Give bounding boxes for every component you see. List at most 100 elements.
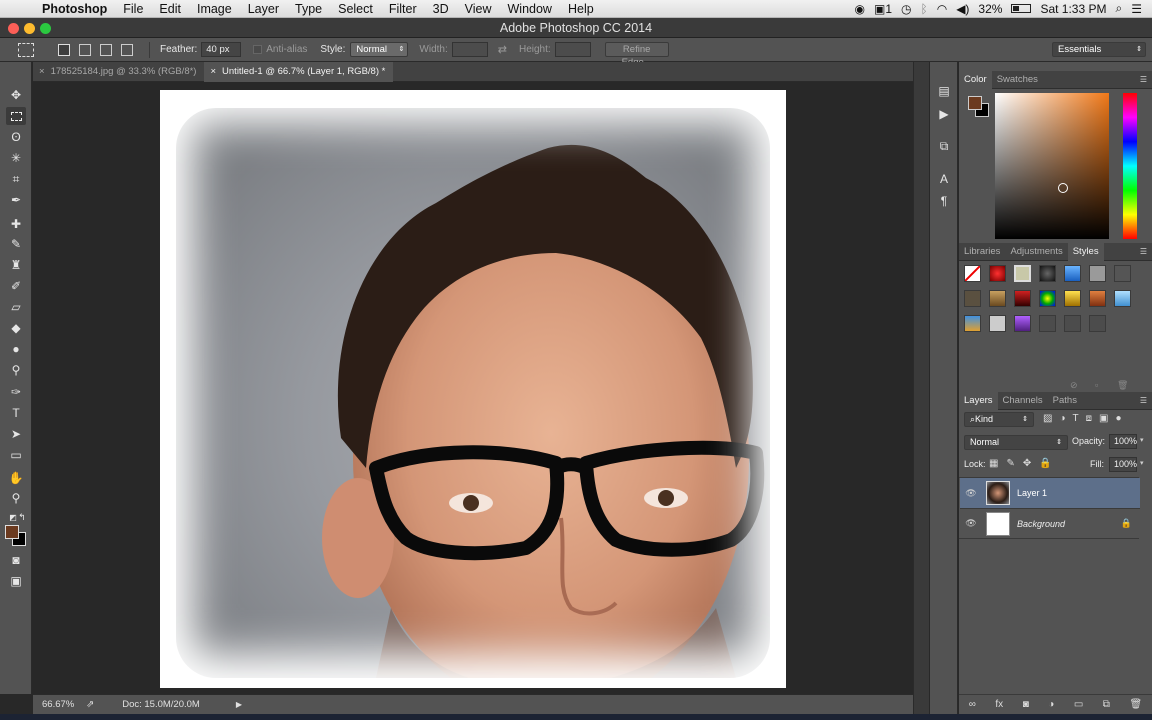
bluetooth-icon[interactable]: ᛒ (921, 2, 928, 16)
screen-mode-icon[interactable]: ▣ (6, 572, 26, 590)
actions-panel-icon[interactable]: ▶ (934, 105, 954, 123)
filter-toggle-icon[interactable]: ● (1115, 413, 1121, 424)
new-style-icon[interactable]: ▫ (1095, 380, 1098, 390)
tab-libraries[interactable]: Libraries (959, 243, 1005, 261)
menu-file[interactable]: File (115, 2, 151, 16)
antialias-checkbox[interactable] (253, 45, 263, 54)
minimize-window-icon[interactable] (24, 23, 35, 34)
add-mask-icon[interactable]: ◙ (1023, 699, 1029, 710)
menu-select[interactable]: Select (330, 2, 381, 16)
paragraph-panel-icon[interactable]: ¶ (934, 192, 954, 210)
style-swatch[interactable] (1064, 315, 1081, 332)
doc-tab-2[interactable]: × Untitled-1 @ 66.7% (Layer 1, RGB/8) * (204, 62, 394, 82)
document-canvas[interactable] (160, 90, 786, 688)
tab-adjustments[interactable]: Adjustments (1005, 243, 1067, 261)
menu-window[interactable]: Window (500, 2, 560, 16)
lock-pixels-icon[interactable]: ✎ (1006, 458, 1014, 469)
tab-layers[interactable]: Layers (959, 391, 998, 410)
style-swatch[interactable] (1089, 315, 1106, 332)
zoom-level[interactable]: 66.67% (42, 699, 74, 710)
blend-mode-select[interactable]: Normal ⇕ (964, 435, 1068, 450)
layer-row-layer-1[interactable]: 👁 Layer 1 (960, 478, 1140, 508)
tab-styles[interactable]: Styles (1067, 242, 1104, 261)
type-tool-icon[interactable]: T (6, 404, 26, 422)
pen-tool-icon[interactable]: ✑ (6, 383, 26, 401)
hand-tool-icon[interactable]: ✋ (6, 469, 26, 487)
quick-mask-icon[interactable]: ◙ (6, 551, 26, 569)
link-layers-icon[interactable]: ∞ (969, 699, 976, 710)
new-adjustment-layer-icon[interactable]: ◑ (1048, 699, 1054, 710)
hue-slider[interactable] (1123, 93, 1137, 239)
rectangle-tool-icon[interactable]: ▭ (6, 446, 26, 464)
menu-edit[interactable]: Edit (151, 2, 189, 16)
filter-smart-object-icon[interactable]: ▣ (1099, 413, 1108, 424)
dodge-tool-icon[interactable]: ⚲ (6, 361, 26, 379)
style-swatch[interactable] (1089, 265, 1106, 282)
notifications-icon[interactable]: ☰ (1131, 2, 1142, 16)
filter-adjustment-icon[interactable]: ◑ (1059, 413, 1065, 424)
tab-color[interactable]: Color (959, 70, 992, 89)
style-swatch[interactable] (1114, 290, 1131, 307)
subtract-selection-icon[interactable] (100, 43, 112, 56)
tab-paths[interactable]: Paths (1048, 392, 1082, 410)
layer-name[interactable]: Layer 1 (1017, 488, 1047, 498)
move-tool-icon[interactable]: ✥ (6, 86, 26, 104)
style-swatch[interactable] (964, 315, 981, 332)
lock-position-icon[interactable]: ✥ (1023, 458, 1031, 469)
visibility-eye-icon[interactable]: 👁 (960, 518, 982, 529)
time-machine-icon[interactable]: ◷ (901, 2, 911, 16)
marquee-preset-icon[interactable] (18, 42, 34, 57)
clear-style-icon[interactable]: ⊘ (1070, 380, 1078, 391)
style-select[interactable]: Normal ⇕ (350, 42, 409, 57)
visibility-eye-icon[interactable]: 👁 (960, 488, 982, 499)
clone-stamp-tool-icon[interactable]: ♜ (6, 256, 26, 274)
style-swatch[interactable] (1114, 265, 1131, 282)
foreground-color-swatch[interactable] (5, 525, 19, 539)
style-swatch[interactable] (989, 290, 1006, 307)
menu-photoshop[interactable]: Photoshop (36, 2, 115, 16)
new-layer-icon[interactable]: ⧉ (1103, 699, 1110, 710)
swap-width-height-icon[interactable]: ⇄ (498, 43, 507, 56)
style-swatch[interactable] (1014, 290, 1031, 307)
filter-pixel-icon[interactable]: ▨ (1043, 413, 1052, 424)
character-panel-icon[interactable]: A (934, 170, 954, 188)
fill-input[interactable]: 100% (1109, 457, 1137, 472)
style-swatch[interactable] (1064, 290, 1081, 307)
menubar-clock[interactable]: Sat 1:33 PM (1040, 2, 1106, 16)
refine-edge-button[interactable]: Refine Edge... (604, 42, 669, 68)
style-swatch[interactable] (1039, 265, 1056, 282)
color-spectrum-field[interactable] (995, 93, 1109, 239)
menu-filter[interactable]: Filter (381, 2, 425, 16)
volume-icon[interactable]: ◀) (956, 2, 969, 16)
canvas-area[interactable] (33, 82, 913, 694)
width-input[interactable] (451, 42, 488, 57)
opacity-input[interactable]: 100% (1109, 434, 1137, 449)
history-panel-icon[interactable]: ▤ (934, 82, 954, 100)
layer-filter-kind-select[interactable]: ⌕Kind ⇕ (964, 412, 1034, 427)
style-swatch[interactable] (1014, 315, 1031, 332)
zoom-tool-icon[interactable]: ⚲ (6, 489, 26, 507)
intersect-selection-icon[interactable] (121, 43, 133, 56)
add-selection-icon[interactable] (79, 43, 91, 56)
doc-tab-1[interactable]: × 178525184.jpg @ 33.3% (RGB/8*) (33, 62, 204, 82)
eraser-tool-icon[interactable]: ▱ (6, 298, 26, 316)
path-selection-tool-icon[interactable]: ➤ (6, 425, 26, 443)
rectangular-marquee-tool-icon[interactable] (6, 107, 26, 125)
wifi-icon[interactable]: ◠ (937, 2, 947, 16)
layer-row-background[interactable]: 👁 Background 🔒 (960, 508, 1140, 538)
tab-swatches[interactable]: Swatches (992, 71, 1043, 89)
lock-transparency-icon[interactable]: ▦ (989, 458, 998, 469)
lasso-tool-icon[interactable]: ʘ (6, 128, 26, 146)
feather-input[interactable]: 40 px (201, 42, 242, 57)
spotlight-icon[interactable]: ⌕ (1116, 1, 1123, 16)
menu-3d[interactable]: 3D (425, 2, 457, 16)
style-swatch[interactable] (964, 265, 981, 282)
close-tab-icon[interactable]: × (39, 62, 45, 82)
menu-image[interactable]: Image (189, 2, 240, 16)
tab-channels[interactable]: Channels (998, 392, 1048, 410)
style-swatch[interactable] (1064, 265, 1081, 282)
lock-icon[interactable]: 🔒 (1121, 518, 1132, 529)
layer-name[interactable]: Background (1017, 519, 1065, 529)
healing-brush-tool-icon[interactable]: ✚ (6, 215, 26, 233)
canvas-scroll-region[interactable] (913, 62, 929, 714)
